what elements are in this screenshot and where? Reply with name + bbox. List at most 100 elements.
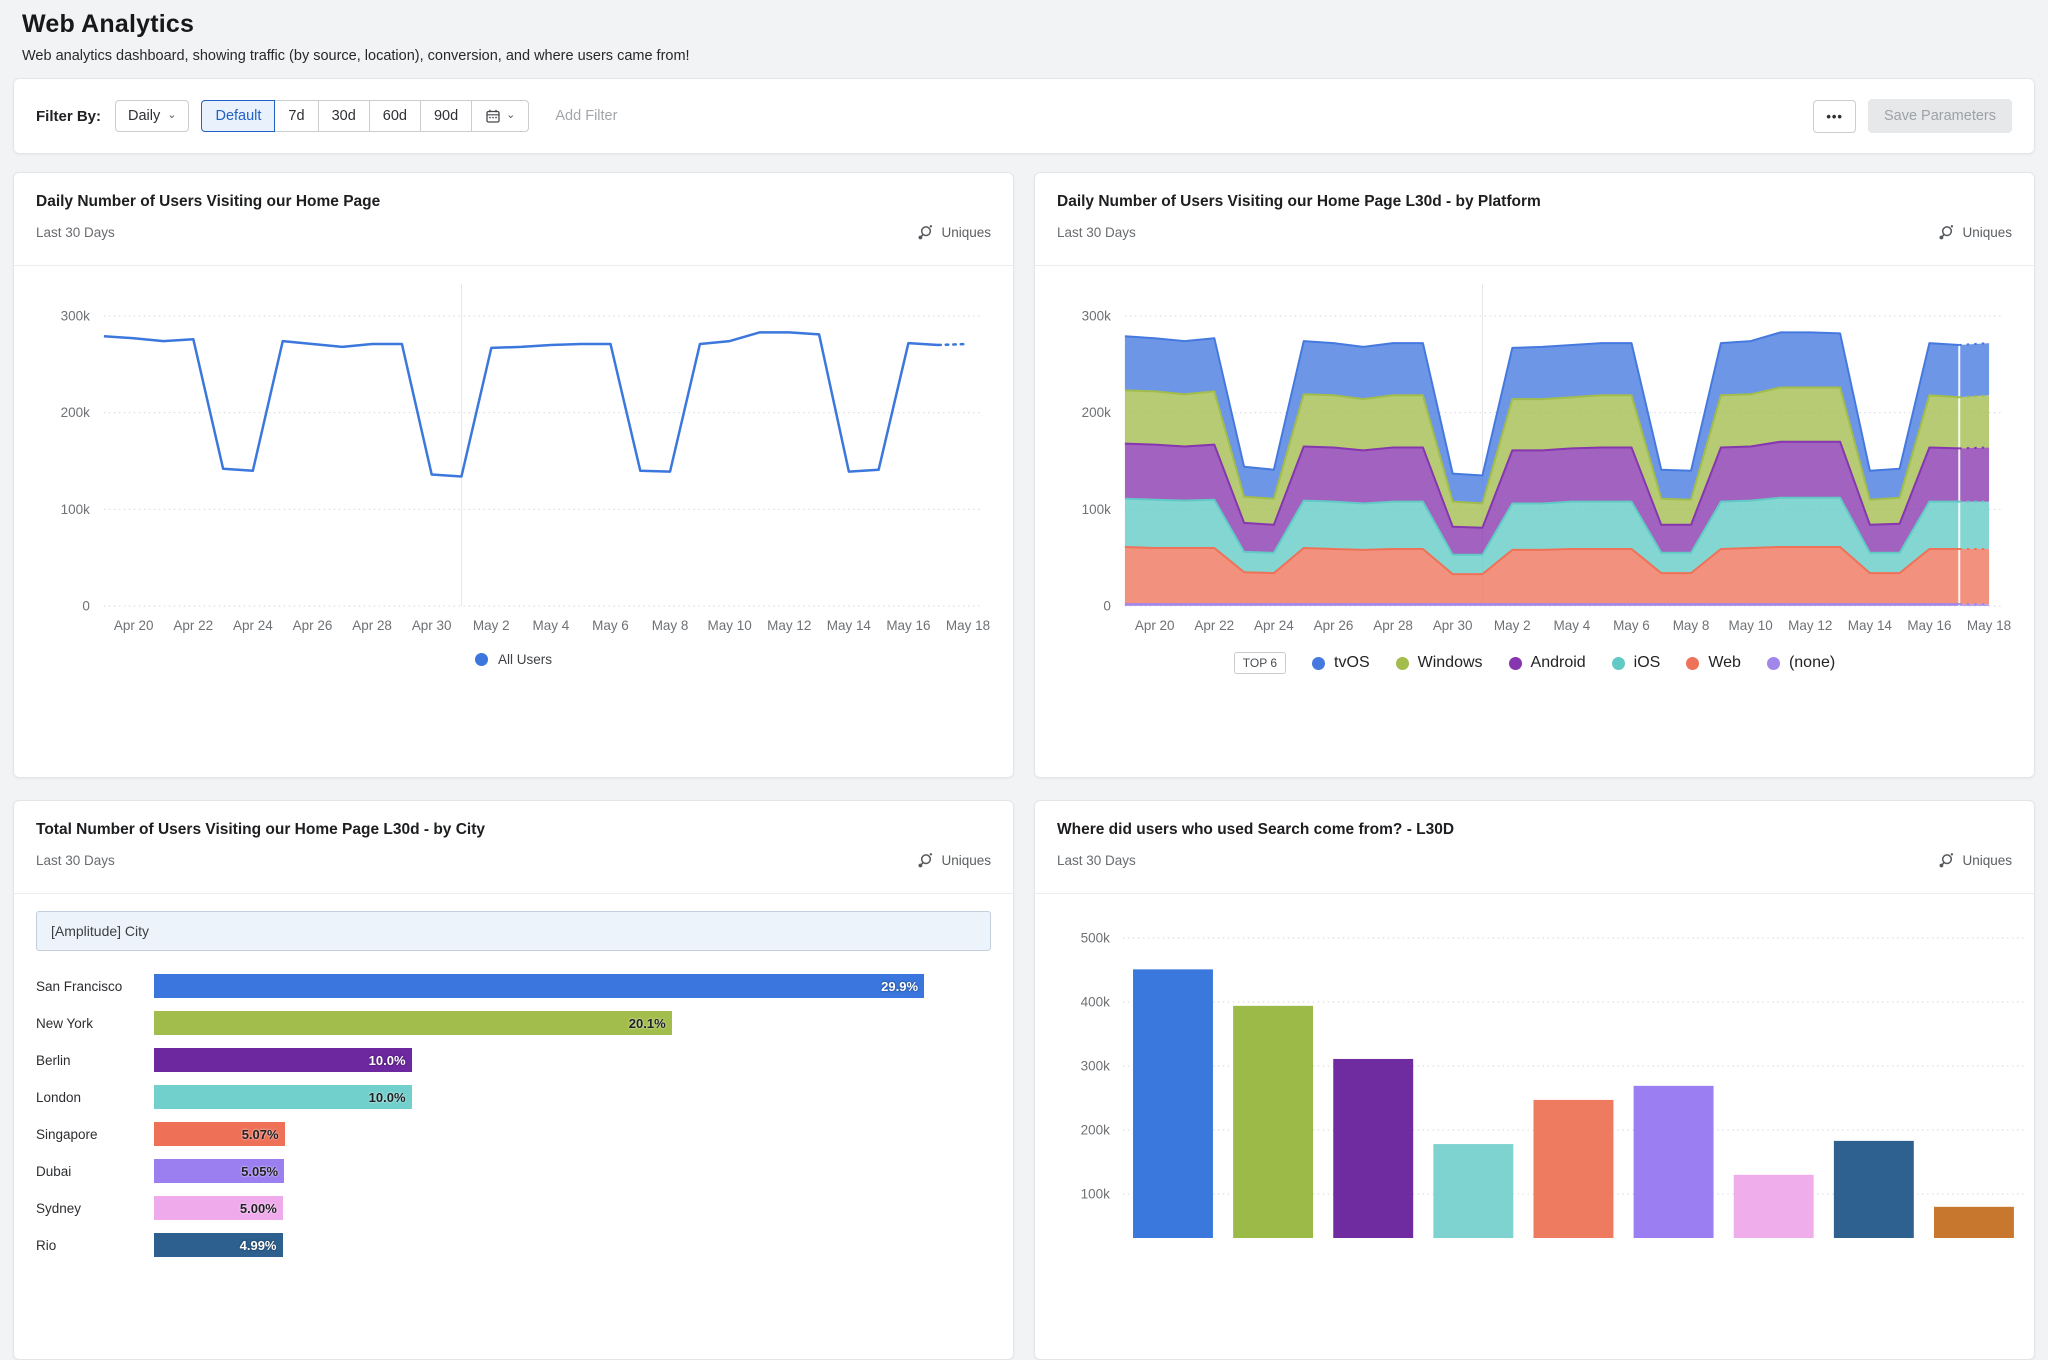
search-source-bar[interactable] (1934, 1207, 2014, 1238)
legend-item-Web[interactable]: Web (1686, 654, 1741, 672)
date-range-group: Default 7d 30d 60d 90d ⌄ (201, 100, 529, 132)
legend-label: Windows (1418, 654, 1483, 672)
metric-toggle[interactable]: Uniques (1938, 852, 2012, 869)
city-bar[interactable]: 5.07% (154, 1122, 285, 1146)
filter-bar: Filter By: Daily ⌄ Default 7d 30d 60d 90… (13, 78, 2035, 154)
page-header: Web Analytics Web analytics dashboard, s… (0, 0, 2048, 64)
search-source-bar[interactable] (1133, 969, 1213, 1238)
uniques-icon (917, 224, 934, 241)
panel-title: Daily Number of Users Visiting our Home … (36, 193, 991, 211)
add-filter-button[interactable]: Add Filter (549, 107, 623, 125)
range-button-30d[interactable]: 30d (318, 100, 370, 132)
panel-date-range: Last 30 Days (36, 225, 115, 240)
bar-value-label: 4.99% (240, 1238, 283, 1253)
range-button-7d[interactable]: 7d (274, 100, 318, 132)
bar-row: Dubai5.05% (36, 1159, 991, 1183)
interval-dropdown[interactable]: Daily ⌄ (115, 100, 189, 132)
svg-text:May 18: May 18 (946, 618, 990, 633)
metric-toggle[interactable]: Uniques (917, 852, 991, 869)
legend-item-iOS[interactable]: iOS (1612, 654, 1661, 672)
svg-text:300k: 300k (1081, 1058, 1110, 1073)
panel-header: Where did users who used Search come fro… (1035, 801, 2034, 894)
city-bar[interactable]: 5.00% (154, 1196, 283, 1220)
metric-toggle[interactable]: Uniques (1938, 224, 2012, 241)
svg-text:Apr 20: Apr 20 (114, 618, 154, 633)
city-label: San Francisco (36, 979, 154, 994)
svg-text:May 8: May 8 (652, 618, 689, 633)
svg-text:300k: 300k (61, 308, 90, 323)
panel-users-by-city: Total Number of Users Visiting our Home … (13, 800, 1014, 1360)
city-label: Dubai (36, 1164, 154, 1179)
bar-row: Rio4.99% (36, 1233, 991, 1257)
svg-text:Apr 26: Apr 26 (293, 618, 333, 633)
search-source-bar[interactable] (1333, 1059, 1413, 1238)
svg-text:Apr 28: Apr 28 (1373, 618, 1413, 633)
city-bar[interactable]: 20.1% (154, 1011, 672, 1035)
calendar-icon (485, 108, 501, 124)
city-bar[interactable]: 4.99% (154, 1233, 283, 1257)
save-parameters-button[interactable]: Save Parameters (1868, 99, 2012, 133)
legend-item-Android[interactable]: Android (1509, 654, 1586, 672)
bar-row: San Francisco29.9% (36, 974, 991, 998)
panel-date-range: Last 30 Days (1057, 853, 1136, 868)
uniques-icon (1938, 224, 1955, 241)
panel-date-range: Last 30 Days (36, 853, 115, 868)
svg-text:Apr 30: Apr 30 (412, 618, 452, 633)
bar-row: Sydney5.00% (36, 1196, 991, 1220)
city-bar[interactable]: 29.9% (154, 974, 924, 998)
legend-dot (1312, 657, 1325, 670)
range-button-90d[interactable]: 90d (420, 100, 472, 132)
chevron-down-icon: ⌄ (506, 110, 515, 121)
bar-value-label: 5.00% (240, 1201, 283, 1216)
line-series-incomplete (938, 344, 968, 345)
svg-text:Apr 26: Apr 26 (1314, 618, 1354, 633)
legend-item-Windows[interactable]: Windows (1396, 654, 1483, 672)
search-source-bar[interactable] (1433, 1144, 1513, 1238)
svg-text:Apr 28: Apr 28 (352, 618, 392, 633)
range-button-default[interactable]: Default (201, 100, 275, 132)
svg-text:Apr 22: Apr 22 (173, 618, 213, 633)
svg-text:May 2: May 2 (1494, 618, 1531, 633)
legend-label: Web (1708, 654, 1741, 672)
svg-text:0: 0 (1103, 598, 1110, 613)
search-source-bar[interactable] (1734, 1175, 1814, 1238)
city-bar[interactable]: 10.0% (154, 1048, 412, 1072)
svg-text:100k: 100k (61, 502, 90, 517)
bar-track: 10.0% (154, 1085, 991, 1109)
bar-value-label: 20.1% (629, 1016, 672, 1031)
legend-dot (1686, 657, 1699, 670)
svg-text:0: 0 (82, 598, 89, 613)
legend-label: iOS (1634, 654, 1661, 672)
panel-header: Daily Number of Users Visiting our Home … (14, 173, 1013, 266)
city-groupby-control[interactable]: [Amplitude] City (36, 911, 991, 951)
line-chart-legend[interactable]: All Users (14, 652, 1013, 667)
svg-text:May 16: May 16 (1907, 618, 1951, 633)
search-source-bar[interactable] (1233, 1006, 1313, 1238)
svg-text:Apr 20: Apr 20 (1135, 618, 1175, 633)
legend-label: Android (1531, 654, 1586, 672)
legend-item-none[interactable]: (none) (1767, 654, 1835, 672)
search-source-bar[interactable] (1634, 1086, 1714, 1238)
metric-toggle[interactable]: Uniques (917, 224, 991, 241)
bar-track: 20.1% (154, 1011, 991, 1035)
search-source-bar[interactable] (1534, 1100, 1614, 1238)
legend-item-tvOS[interactable]: tvOS (1312, 654, 1370, 672)
bar-value-label: 10.0% (369, 1053, 412, 1068)
bar-row: Singapore5.07% (36, 1122, 991, 1146)
city-bar[interactable]: 10.0% (154, 1085, 412, 1109)
panel-title: Where did users who used Search come fro… (1057, 821, 2012, 839)
svg-text:100k: 100k (1082, 502, 1111, 517)
svg-text:May 12: May 12 (767, 618, 811, 633)
top-n-badge: TOP 6 (1234, 652, 1286, 674)
city-bar[interactable]: 5.05% (154, 1159, 284, 1183)
search-source-bar[interactable] (1834, 1141, 1914, 1238)
calendar-button[interactable]: ⌄ (471, 100, 529, 132)
page-title: Web Analytics (22, 10, 2026, 39)
bar-row: New York20.1% (36, 1011, 991, 1035)
line-chart: 300k200k100k0Apr 20Apr 22Apr 24Apr 26Apr… (14, 266, 1013, 638)
svg-text:300k: 300k (1082, 308, 1111, 323)
stacked-area-chart: 300k200k100k0Apr 20Apr 22Apr 24Apr 26Apr… (1035, 266, 2034, 638)
range-button-60d[interactable]: 60d (369, 100, 421, 132)
svg-text:400k: 400k (1081, 994, 1110, 1009)
more-options-button[interactable]: ••• (1813, 100, 1856, 133)
